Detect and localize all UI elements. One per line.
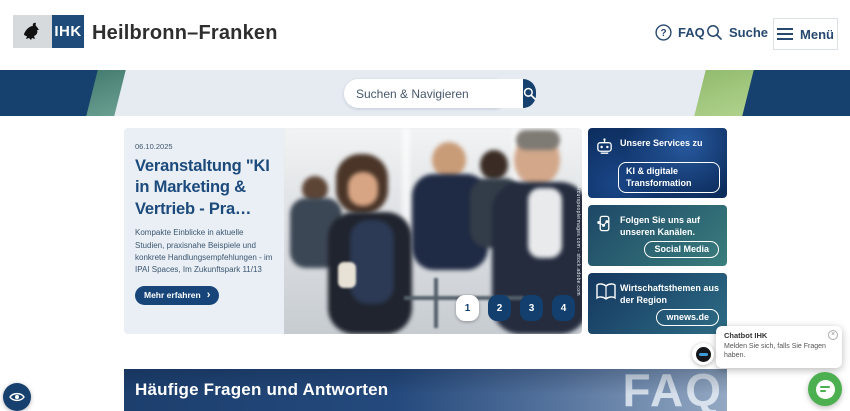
- pagination-button-2[interactable]: 2: [488, 295, 511, 321]
- search-link[interactable]: Suche: [706, 24, 768, 41]
- tile-label: Wirtschaftsthemen aus der Region: [620, 282, 721, 306]
- page: IHK Heilbronn–Franken ? FAQ Suche Menü: [0, 0, 850, 411]
- close-icon[interactable]: ×: [828, 330, 838, 340]
- decor-navy-left-shape: [0, 70, 99, 116]
- chat-icon: [816, 380, 835, 399]
- wnews-tile[interactable]: Wirtschaftsthemen aus der Region wnews.d…: [588, 273, 727, 334]
- suche-label: Suche: [729, 25, 768, 40]
- search-icon: [706, 24, 723, 41]
- menu-label: Menü: [800, 27, 834, 42]
- decor-navy-right-shape: [741, 70, 850, 116]
- ihk-logo-box[interactable]: IHK: [52, 15, 84, 48]
- chatbot-popup: Chatbot IHK Melden Sie sich, falls Sie F…: [716, 326, 842, 368]
- faq-banner-title: Häufige Fragen und Antworten: [135, 380, 388, 400]
- more-info-label: Mehr erfahren: [144, 290, 201, 300]
- robot-icon: [595, 137, 614, 161]
- news-date: 06.10.2025: [135, 142, 273, 151]
- site-search: [344, 79, 508, 108]
- social-media-button[interactable]: Social Media: [644, 241, 719, 258]
- hamburger-icon: [777, 25, 793, 43]
- carousel-pagination: 1 2 3 4: [456, 295, 575, 321]
- svg-text:?: ?: [660, 28, 666, 39]
- faq-link[interactable]: ? FAQ: [655, 24, 705, 41]
- news-photo: © Yuri Arcurspeopleimages.com - stock.ad…: [284, 128, 582, 334]
- faq-banner[interactable]: FAQ Häufige Fragen und Antworten: [124, 369, 727, 411]
- chatbot-title: Chatbot IHK: [724, 331, 832, 340]
- pagination-button-1[interactable]: 1: [456, 295, 479, 321]
- ihk-logo-text: IHK: [54, 23, 81, 40]
- region-title: Heilbronn–Franken: [92, 22, 278, 45]
- tile-label: Folgen Sie uns auf unseren Kanälen.: [620, 214, 721, 238]
- ki-transformation-button[interactable]: KI & digitale Transformation: [618, 162, 720, 193]
- arrow-right-icon: ›: [207, 290, 211, 301]
- tile-label: Unsere Services zu: [620, 137, 721, 149]
- more-info-button[interactable]: Mehr erfahren ›: [135, 286, 219, 305]
- services-ki-tile[interactable]: Unsere Services zu KI & digitale Transfo…: [588, 128, 727, 198]
- news-text-panel: 06.10.2025 Veranstaltung "KI in Marketin…: [124, 128, 284, 334]
- question-circle-icon: ?: [655, 24, 672, 41]
- chat-fab-button[interactable]: [808, 372, 842, 406]
- header: IHK Heilbronn–Franken ? FAQ Suche Menü: [0, 0, 850, 70]
- search-input[interactable]: [344, 79, 523, 108]
- search-icon: [523, 87, 536, 100]
- pagination-button-3[interactable]: 3: [520, 295, 543, 321]
- eagle-icon: [20, 20, 46, 44]
- magazine-icon: [595, 282, 617, 307]
- robot-face-icon: [696, 347, 711, 362]
- news-card: 06.10.2025 Veranstaltung "KI in Marketin…: [124, 128, 582, 334]
- chatbot-avatar: [692, 343, 714, 365]
- eye-icon: [9, 391, 25, 403]
- accessibility-button[interactable]: [3, 383, 31, 411]
- smartphone-share-icon: [595, 214, 614, 238]
- photo-credit: © Yuri Arcurspeopleimages.com - stock.ad…: [575, 166, 581, 296]
- wnews-button[interactable]: wnews.de: [656, 309, 719, 326]
- pagination-button-4[interactable]: 4: [552, 295, 575, 321]
- faq-label: FAQ: [678, 25, 705, 40]
- social-media-tile[interactable]: Folgen Sie uns auf unseren Kanälen. Soci…: [588, 205, 727, 266]
- chatbot-message: Melden Sie sich, falls Sie Fragen haben.: [724, 342, 832, 361]
- news-summary: Kompakte Einblicke in aktuelle Studien, …: [135, 227, 273, 277]
- news-title: Veranstaltung "KI in Marketing & Vertrie…: [135, 156, 273, 220]
- ihk-eagle-logo[interactable]: [13, 15, 52, 48]
- menu-button[interactable]: Menü: [773, 18, 838, 50]
